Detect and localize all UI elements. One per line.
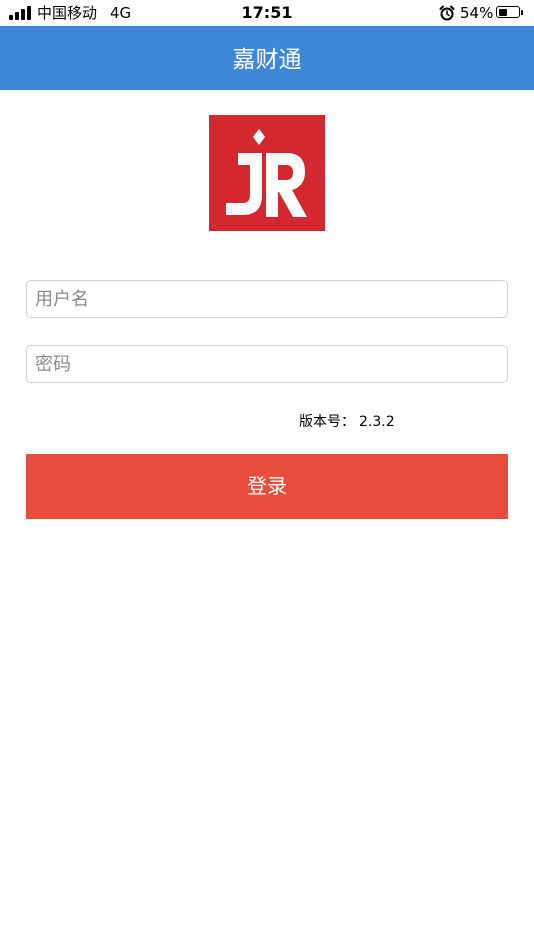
battery-nub [521,10,523,15]
page-title: 嘉财通 [232,47,302,73]
version-label: 版本号： [299,414,355,430]
battery-percent: 54% [460,4,494,22]
login-button[interactable]: 登录 [26,454,508,519]
username-input[interactable] [26,280,508,318]
password-input[interactable] [26,345,508,383]
battery-icon [496,6,520,18]
battery-level [498,8,508,16]
version-info: 版本号： 2.3.2 [299,413,395,431]
status-bar: 中国移动 4G 17:51 54% [0,0,534,26]
nav-bar: 嘉财通 [0,26,534,90]
alarm-icon [439,5,455,21]
jr-logo [209,115,325,231]
version-number: 2.3.2 [359,414,395,430]
